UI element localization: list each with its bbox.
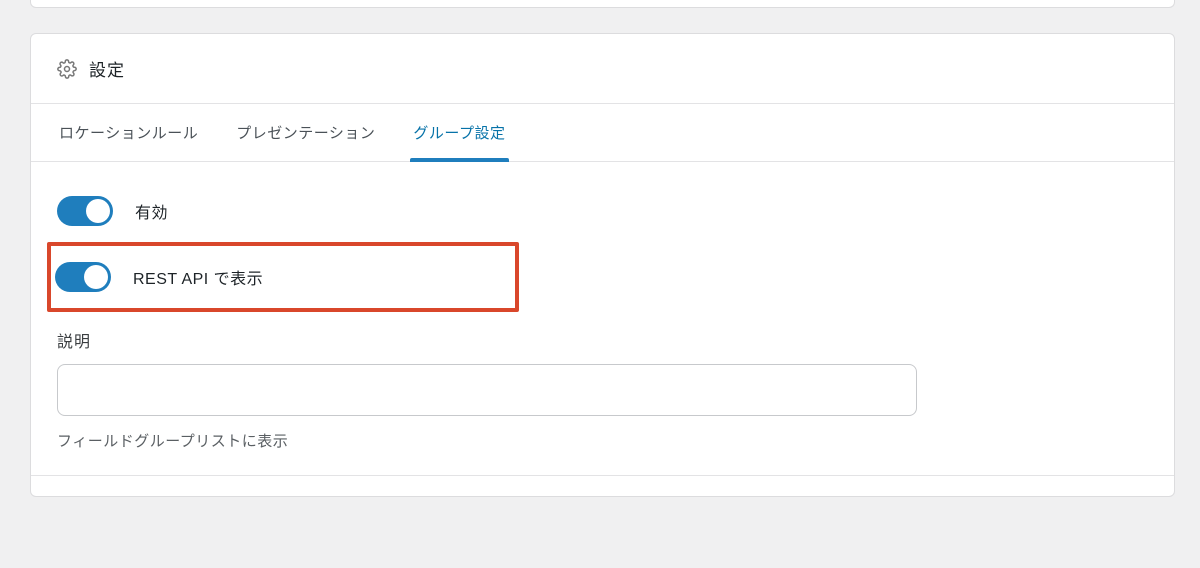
gear-icon (57, 59, 77, 79)
rest-api-toggle[interactable] (55, 262, 111, 292)
rest-api-row-highlight: REST API で表示 (47, 242, 519, 312)
tab-location-rules[interactable]: ロケーションルール (57, 104, 200, 161)
tab-group-settings[interactable]: グループ設定 (411, 104, 507, 161)
rest-api-label: REST API で表示 (133, 265, 263, 289)
description-label: 説明 (57, 328, 1148, 352)
enabled-row: 有効 (57, 190, 1148, 232)
panel-title: 設定 (89, 56, 125, 81)
description-help: フィールドグループリストに表示 (57, 430, 1148, 451)
previous-panel-bottom (30, 0, 1175, 8)
tab-presentation[interactable]: プレゼンテーション (234, 104, 377, 161)
enabled-toggle[interactable] (57, 196, 113, 226)
panel-body: 有効 REST API で表示 説明 フィールドグループリストに表示 (31, 162, 1174, 496)
settings-panel: 設定 ロケーションルール プレゼンテーション グループ設定 有効 REST AP… (30, 33, 1175, 497)
enabled-label: 有効 (135, 199, 168, 223)
panel-header: 設定 (31, 34, 1174, 104)
divider (31, 475, 1174, 476)
tab-bar: ロケーションルール プレゼンテーション グループ設定 (31, 104, 1174, 162)
description-input[interactable] (57, 364, 917, 416)
